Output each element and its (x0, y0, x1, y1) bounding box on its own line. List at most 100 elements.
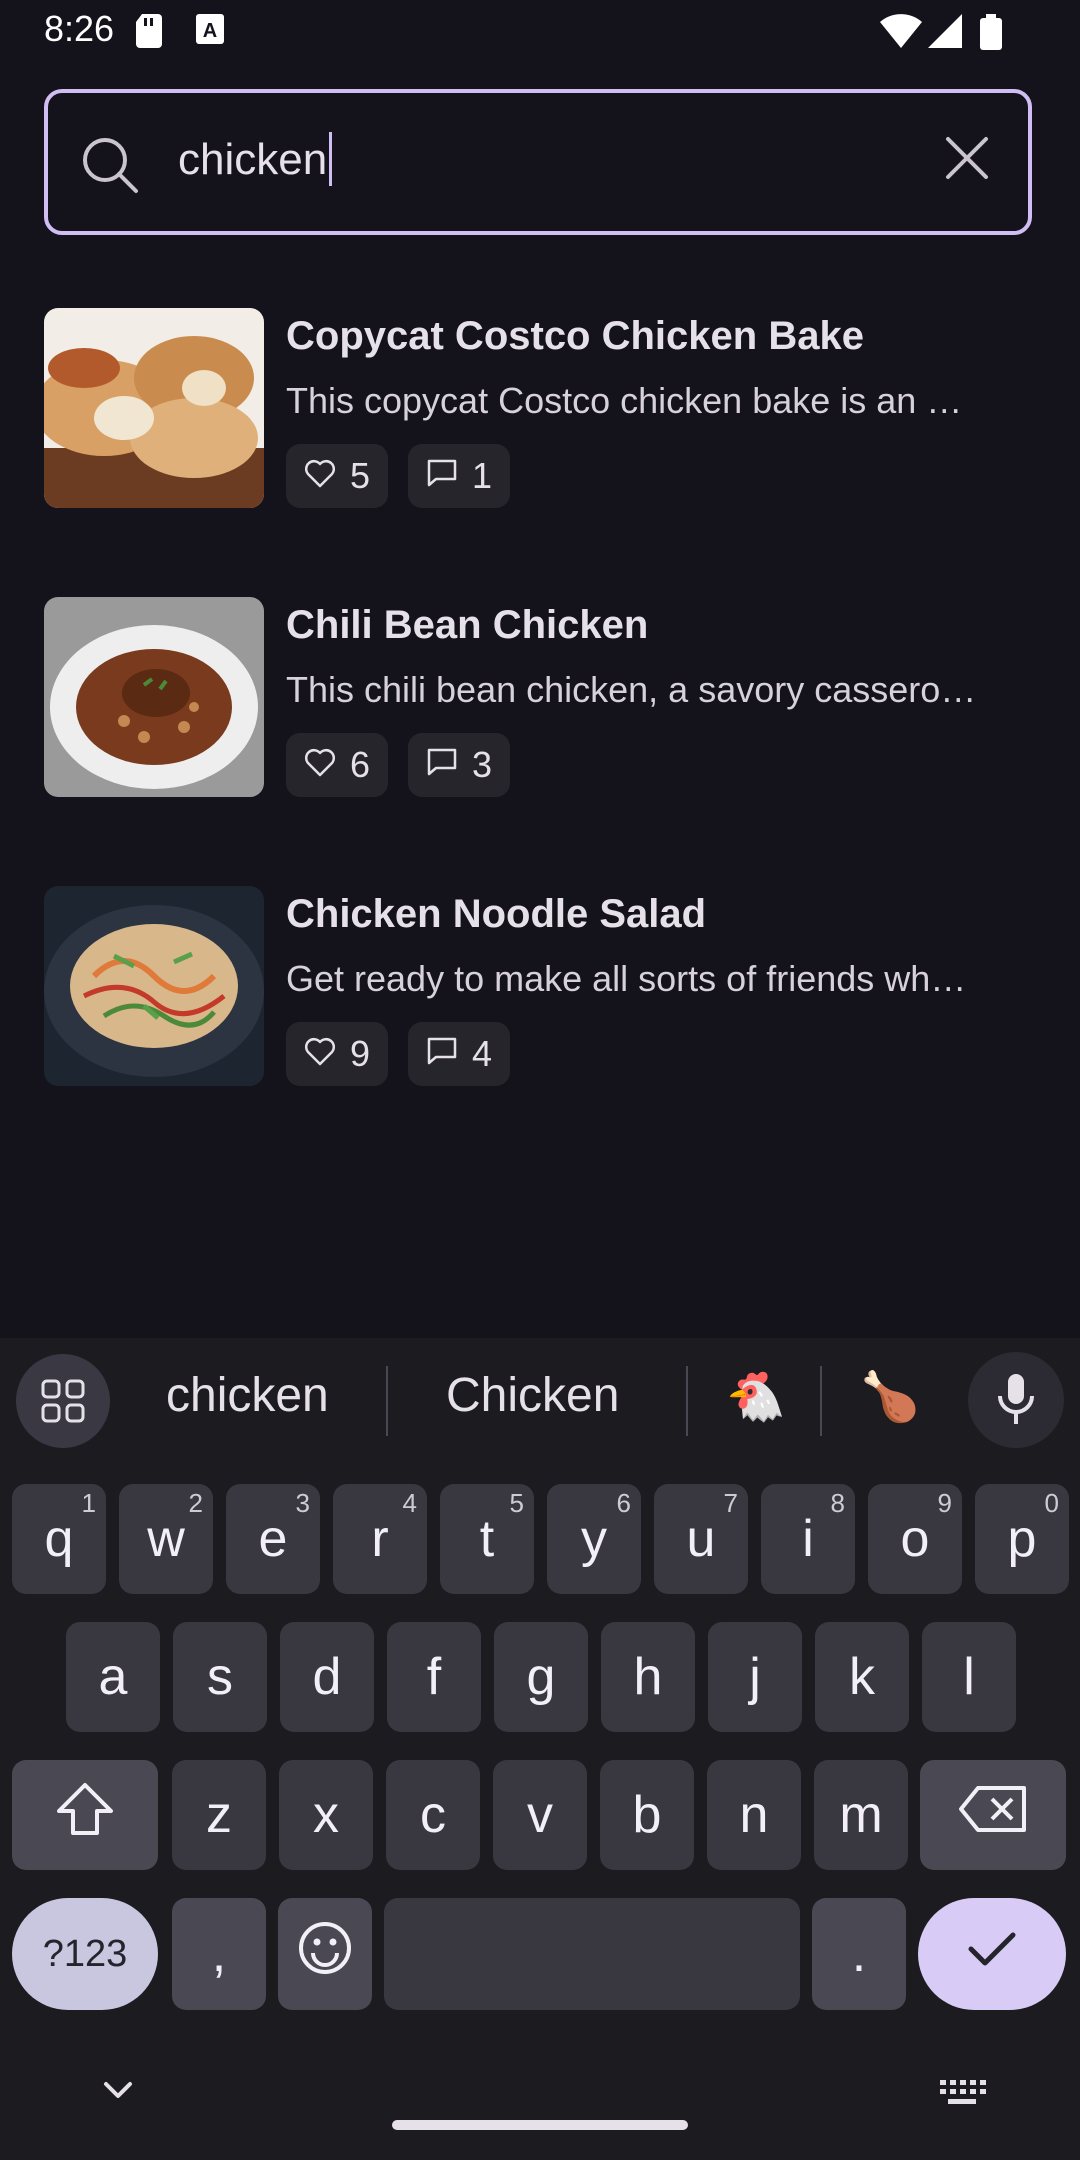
svg-text:A: A (203, 20, 217, 42)
key-number-hint: 5 (509, 1488, 524, 1518)
key-label: o (900, 1510, 930, 1568)
comment-count-value: 1 (472, 455, 493, 496)
key-z[interactable]: z (172, 1760, 266, 1870)
comment-count-value: 4 (472, 1033, 493, 1074)
like-count[interactable]: 5 (286, 444, 389, 508)
sd-card-icon (136, 14, 164, 53)
shift-key[interactable] (12, 1760, 158, 1870)
key-label: p (1007, 1510, 1037, 1568)
comment-count[interactable]: 3 (408, 733, 511, 797)
key-number-hint: 8 (830, 1488, 845, 1518)
signal-icon (928, 14, 962, 53)
key-q[interactable]: q1 (12, 1484, 106, 1594)
key-d[interactable]: d (280, 1622, 374, 1732)
key-n[interactable]: n (707, 1760, 801, 1870)
recipe-list-item[interactable]: Copycat Costco Chicken Bake This copycat… (44, 308, 1044, 508)
recipe-thumbnail (44, 886, 264, 1086)
recipe-list-item[interactable]: Chili Bean Chicken This chili bean chick… (44, 597, 1044, 797)
like-count[interactable]: 6 (286, 733, 389, 797)
key-s[interactable]: s (173, 1622, 267, 1732)
key-k[interactable]: k (815, 1622, 909, 1732)
home-gesture-handle[interactable] (392, 2120, 688, 2130)
key-c[interactable]: c (386, 1760, 480, 1870)
key-i[interactable]: i8 (761, 1484, 855, 1594)
key-h[interactable]: h (601, 1622, 695, 1732)
comment-icon (426, 1033, 458, 1075)
recipe-list-item[interactable]: Chicken Noodle Salad Get ready to make a… (44, 886, 1044, 1086)
keyboard-apps-button[interactable] (16, 1354, 110, 1448)
recipe-title: Copycat Costco Chicken Bake (286, 314, 864, 358)
hide-keyboard-icon[interactable] (100, 2078, 136, 2107)
key-x[interactable]: x (279, 1760, 373, 1870)
battery-icon (980, 14, 1002, 55)
recipe-thumbnail (44, 308, 264, 508)
backspace-key[interactable] (920, 1760, 1066, 1870)
emoji-key[interactable] (278, 1898, 372, 2010)
key-v[interactable]: v (493, 1760, 587, 1870)
like-count-value: 5 (350, 455, 371, 496)
soft-keyboard: chicken Chicken 🐔 🍗 q1w2e3r4t5y6u7i8o9p0… (0, 1338, 1080, 2160)
key-label: w (147, 1510, 185, 1568)
done-key[interactable] (918, 1898, 1066, 2010)
suggestion-divider (686, 1366, 688, 1436)
suggestion-2[interactable]: Chicken (446, 1368, 619, 1423)
key-e[interactable]: e3 (226, 1484, 320, 1594)
comment-icon (426, 744, 458, 786)
like-count-value: 9 (350, 1033, 371, 1074)
key-m[interactable]: m (814, 1760, 908, 1870)
key-o[interactable]: o9 (868, 1484, 962, 1594)
backspace-icon (958, 1784, 1028, 1847)
suggestion-emoji-drumstick[interactable]: 🍗 (860, 1368, 920, 1425)
suggestion-emoji-rooster[interactable]: 🐔 (726, 1368, 786, 1425)
key-label: e (258, 1510, 288, 1568)
key-number-hint: 1 (81, 1488, 96, 1518)
text-cursor (329, 132, 333, 187)
symbols-key[interactable]: ?123 (12, 1898, 158, 2010)
like-count-value: 6 (350, 744, 371, 785)
recipe-title: Chicken Noodle Salad (286, 892, 707, 936)
space-key[interactable] (384, 1898, 800, 2010)
comment-count[interactable]: 4 (408, 1022, 511, 1086)
emoji-icon (297, 1920, 353, 1989)
key-y[interactable]: y6 (547, 1484, 641, 1594)
suggestion-1[interactable]: chicken (166, 1368, 329, 1423)
suggestion-divider (820, 1366, 822, 1436)
heart-icon (304, 744, 336, 786)
search-field[interactable]: chicken (44, 89, 1032, 235)
comment-count[interactable]: 1 (408, 444, 511, 508)
key-t[interactable]: t5 (440, 1484, 534, 1594)
recipe-thumbnail (44, 597, 264, 797)
key-label: t (479, 1510, 495, 1568)
keyboard-switch-icon[interactable] (938, 2078, 986, 2115)
suggestion-divider (386, 1366, 388, 1436)
comment-icon (426, 455, 458, 497)
key-number-hint: 3 (295, 1488, 310, 1518)
search-icon (80, 135, 140, 200)
key-w[interactable]: w2 (119, 1484, 213, 1594)
heart-icon (304, 1033, 336, 1075)
key-f[interactable]: f (387, 1622, 481, 1732)
key-l[interactable]: l (922, 1622, 1016, 1732)
key-number-hint: 0 (1044, 1488, 1059, 1518)
key-b[interactable]: b (600, 1760, 694, 1870)
comment-count-value: 3 (472, 744, 493, 785)
key-r[interactable]: r4 (333, 1484, 427, 1594)
clear-search-icon[interactable] (942, 133, 992, 188)
shift-icon (55, 1781, 115, 1850)
key-number-hint: 6 (616, 1488, 631, 1518)
key-j[interactable]: j (708, 1622, 802, 1732)
status-bar: 8:26 A (0, 0, 1080, 64)
voice-input-button[interactable] (968, 1352, 1064, 1448)
key-label: r (371, 1510, 389, 1568)
key-number-hint: 9 (937, 1488, 952, 1518)
comma-key[interactable]: , (172, 1898, 266, 2010)
recipe-description: This chili bean chicken, a savory casser… (286, 669, 977, 710)
search-input[interactable]: chicken (178, 132, 333, 187)
like-count[interactable]: 9 (286, 1022, 389, 1086)
key-g[interactable]: g (494, 1622, 588, 1732)
key-a[interactable]: a (66, 1622, 160, 1732)
key-u[interactable]: u7 (654, 1484, 748, 1594)
status-time: 8:26 (44, 8, 115, 49)
key-p[interactable]: p0 (975, 1484, 1069, 1594)
period-key[interactable]: . (812, 1898, 906, 2010)
